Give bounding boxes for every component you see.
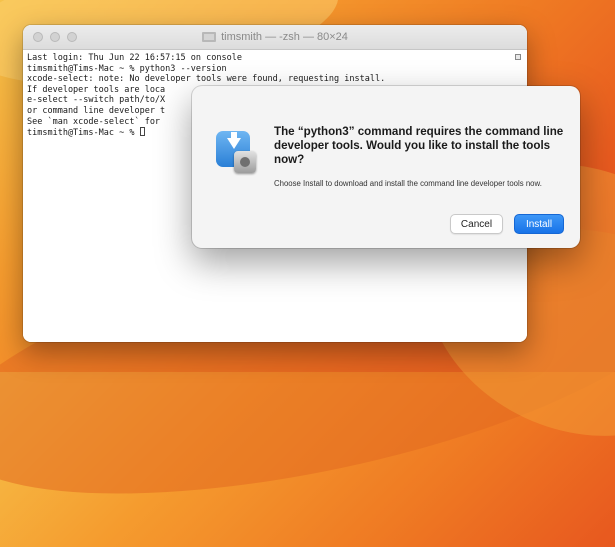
cancel-button[interactable]: Cancel bbox=[450, 214, 503, 234]
installer-app-icon bbox=[214, 127, 260, 173]
scroll-indicator-icon[interactable] bbox=[515, 54, 521, 60]
text-cursor bbox=[139, 127, 145, 137]
dialog-message: Choose Install to download and install t… bbox=[274, 179, 542, 188]
install-tools-dialog: The “python3” command requires the comma… bbox=[192, 86, 580, 248]
terminal-line: Last login: Thu Jun 22 16:57:15 on conso… bbox=[27, 53, 242, 63]
folder-icon bbox=[202, 32, 217, 42]
terminal-line: xcode-select: note: No developer tools w… bbox=[27, 74, 386, 85]
disk-drive-icon bbox=[234, 151, 256, 173]
window-title-area: timsmith — -zsh — 80×24 bbox=[23, 25, 527, 49]
install-button[interactable]: Install bbox=[514, 214, 564, 234]
download-arrow-icon bbox=[227, 138, 241, 149]
terminal-prompt: timsmith@Tims-Mac ~ % bbox=[27, 128, 140, 139]
window-title: timsmith — -zsh — 80×24 bbox=[221, 31, 348, 43]
terminal-line: timsmith@Tims-Mac ~ % python3 --version bbox=[27, 63, 227, 74]
window-titlebar[interactable]: timsmith — -zsh — 80×24 bbox=[23, 25, 527, 50]
dialog-title: The “python3” command requires the comma… bbox=[274, 125, 564, 166]
